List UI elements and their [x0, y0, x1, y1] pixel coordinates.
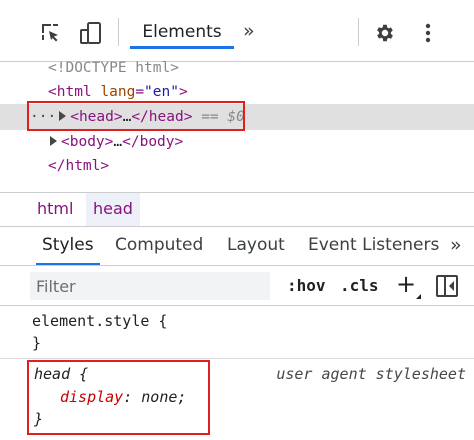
gt: >	[100, 158, 110, 174]
kebab-menu-icon[interactable]	[418, 20, 438, 46]
more-subtabs-chevron-icon[interactable]: »	[450, 227, 462, 265]
html-tag-name: html	[56, 84, 92, 100]
new-style-rule-dropdown-icon[interactable]	[416, 294, 421, 299]
body-node-line[interactable]: <body>…</body>	[50, 130, 183, 154]
lt-slash: </	[48, 158, 66, 174]
new-style-rule-plus-icon[interactable]: +	[396, 270, 416, 298]
hov-button[interactable]: :hov	[287, 274, 326, 298]
toolbar-divider	[118, 18, 119, 46]
tab-elements[interactable]: Elements	[130, 18, 234, 49]
toolbar-divider	[358, 18, 359, 46]
rule-divider	[0, 358, 474, 359]
breadcrumb: html head	[0, 192, 474, 226]
html-close-line[interactable]: </html>	[48, 154, 109, 178]
breadcrumb-head[interactable]: head	[86, 193, 140, 226]
filter-input[interactable]	[30, 272, 270, 300]
toggle-sidebar-icon[interactable]	[436, 275, 458, 297]
inspect-cursor-icon[interactable]	[38, 20, 64, 46]
body-tag-name: body	[69, 134, 105, 150]
collapsed-ellipsis[interactable]: …	[113, 134, 122, 150]
highlight-box	[27, 360, 210, 435]
gt: >	[174, 134, 184, 150]
html-close-tag-name: html	[65, 158, 101, 174]
style-rules: element.style { } head { user agent styl…	[0, 306, 474, 440]
device-toggle-icon[interactable]	[78, 20, 104, 46]
body-close-tag-name: body	[139, 134, 175, 150]
element-style-close: }	[32, 334, 42, 352]
dom-tree: <!DOCTYPE html> <html lang="en"> ··· <hea…	[0, 52, 474, 192]
highlight-box	[27, 101, 245, 131]
tab-event-listeners[interactable]: Event Listeners	[308, 227, 439, 265]
styles-subtabs: Styles Computed Layout Event Listeners »	[0, 226, 474, 266]
tab-computed[interactable]: Computed	[115, 227, 203, 265]
cls-button[interactable]: .cls	[340, 274, 379, 298]
breadcrumb-html[interactable]: html	[30, 193, 80, 226]
doctype-line[interactable]: <!DOCTYPE html>	[48, 56, 179, 80]
tab-layout[interactable]: Layout	[227, 227, 285, 265]
lt: <	[48, 84, 57, 100]
more-tabs-chevron-icon[interactable]: »	[243, 18, 255, 44]
gt: >	[178, 84, 188, 100]
user-agent-stylesheet-label: user agent stylesheet	[276, 365, 466, 383]
gear-icon[interactable]	[372, 20, 398, 46]
lang-attr-name: lang	[100, 84, 136, 100]
lt-slash: </	[122, 134, 140, 150]
expand-triangle-icon[interactable]	[50, 136, 57, 146]
element-style-selector[interactable]: element.style {	[32, 310, 167, 332]
styles-filter-bar: :hov .cls +	[0, 266, 474, 306]
tab-styles[interactable]: Styles	[36, 227, 100, 265]
eq: =	[135, 84, 145, 100]
lang-attr-value: "en"	[144, 84, 179, 100]
lt: <	[61, 134, 70, 150]
doctype-text: <!DOCTYPE html>	[48, 60, 179, 76]
